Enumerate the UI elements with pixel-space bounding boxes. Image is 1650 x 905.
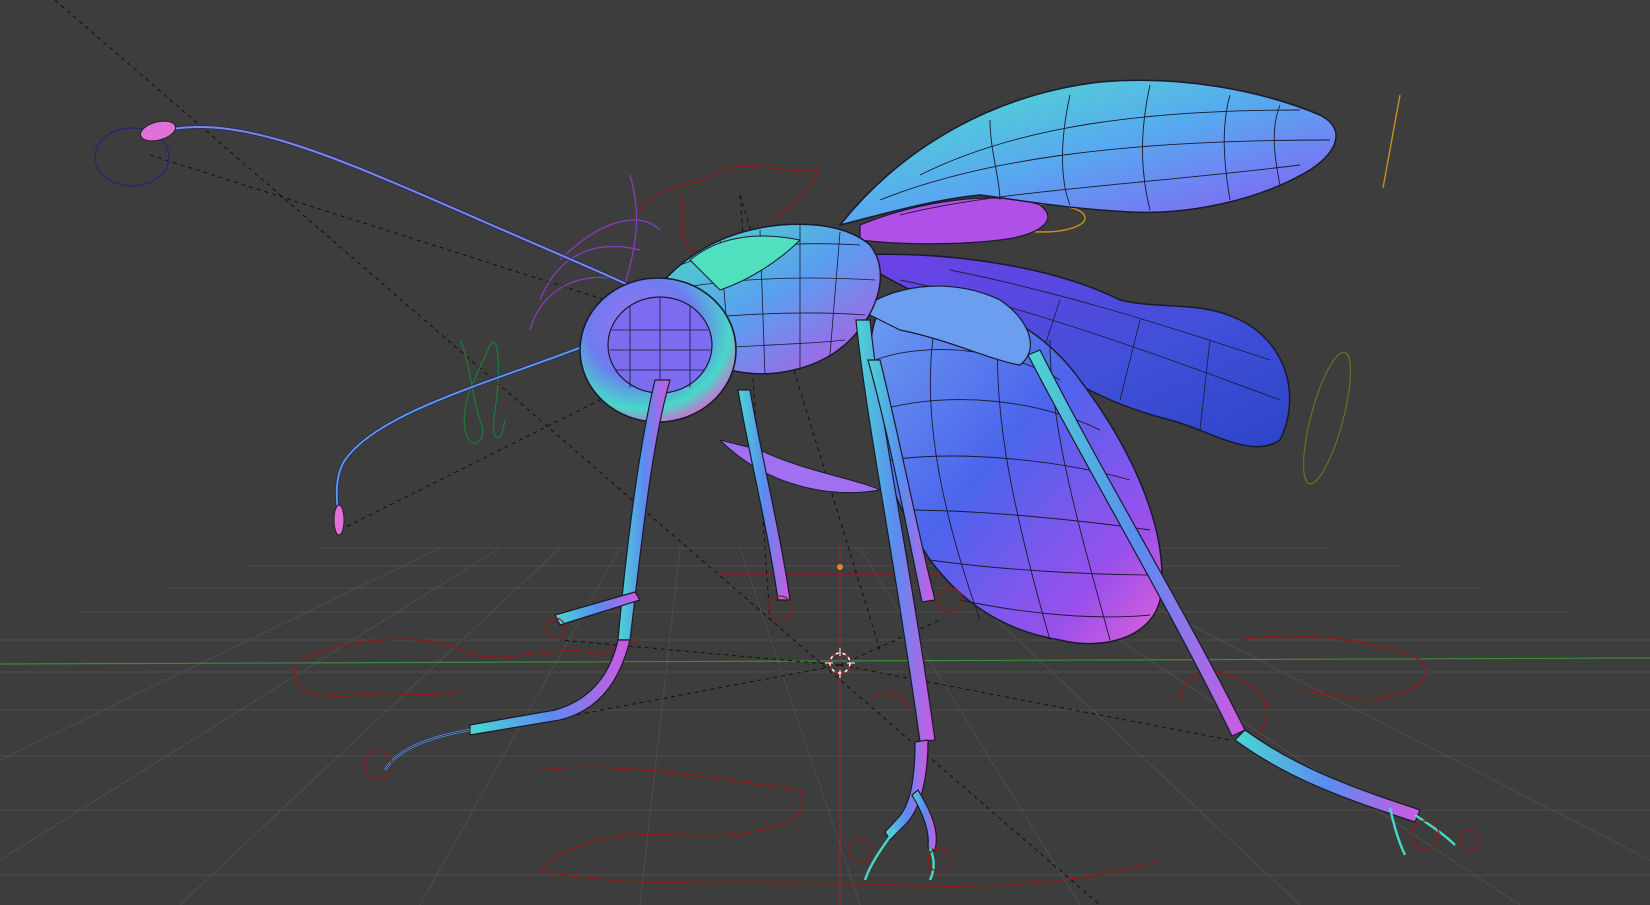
viewport-background bbox=[0, 0, 1650, 905]
viewport-canvas[interactable] bbox=[0, 0, 1650, 905]
object-origin-dot bbox=[837, 564, 843, 570]
antenna-tip-lower bbox=[333, 504, 345, 536]
3d-viewport[interactable] bbox=[0, 0, 1650, 905]
